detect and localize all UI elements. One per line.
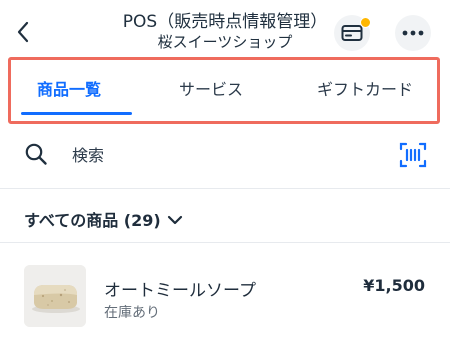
tabs-bar: 商品一覧 サービス ギフトカード [8, 57, 440, 124]
search-icon [25, 143, 47, 165]
cards-button[interactable] [334, 15, 371, 51]
search-bar [0, 124, 450, 189]
barcode-scan-icon[interactable] [398, 140, 428, 170]
search-input[interactable] [72, 141, 372, 169]
more-horizontal-icon [402, 30, 424, 36]
header: POS（販売時点情報管理） 桜スイーツショップ [0, 0, 450, 58]
category-filter-dropdown[interactable]: すべての商品 (29) [24, 207, 183, 231]
filter-label: すべての商品 (29) [24, 211, 161, 230]
notification-dot [360, 17, 371, 28]
credit-card-icon [341, 25, 363, 41]
tab-services[interactable]: サービス [179, 80, 243, 100]
tab-gift-cards[interactable]: ギフトカード [317, 80, 413, 100]
product-thumbnail [24, 265, 86, 327]
more-button[interactable] [395, 15, 431, 51]
product-price: ¥1,500 [363, 276, 425, 295]
product-name: オートミールソープ [104, 281, 256, 301]
back-button[interactable] [12, 19, 34, 45]
active-tab-indicator [21, 112, 132, 115]
chevron-down-icon [167, 215, 182, 224]
tab-products[interactable]: 商品一覧 [37, 80, 101, 100]
chevron-left-icon [17, 21, 29, 43]
product-stock-status: 在庫あり [104, 305, 160, 321]
divider [0, 242, 450, 243]
product-list-item[interactable]: オートミールソープ 在庫あり ¥1,500 [0, 265, 450, 335]
soap-image-icon [24, 265, 86, 327]
